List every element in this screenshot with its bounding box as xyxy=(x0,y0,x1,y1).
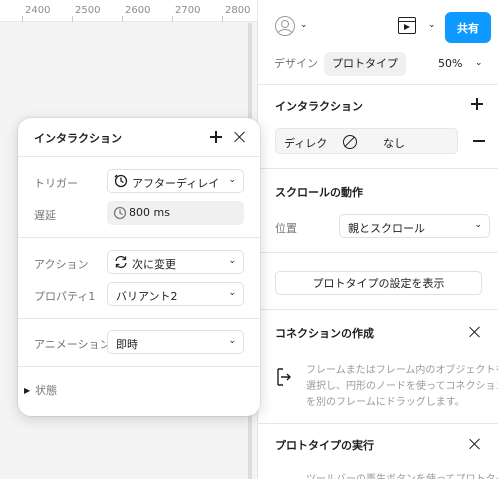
ruler-tick xyxy=(22,16,23,22)
chevron-down-icon: ⌄ xyxy=(228,336,236,346)
interaction-row[interactable]: ディレク なし xyxy=(275,128,458,154)
chevron-down-icon[interactable]: ⌄ xyxy=(428,20,436,30)
ruler-label: 2400 xyxy=(25,5,51,16)
trigger-value: アフターディレイ xyxy=(132,177,220,190)
scroll-position-value: 親とスクロール xyxy=(348,222,425,235)
chevron-down-icon: ⌄ xyxy=(228,288,236,298)
divider xyxy=(18,237,260,238)
timer-icon xyxy=(114,174,128,188)
interactions-title: インタラクション xyxy=(275,100,363,113)
horizontal-ruler: 2400 2500 2600 2700 2800 xyxy=(0,0,257,22)
add-icon[interactable] xyxy=(210,131,222,143)
connection-description-line: フレームまたはフレーム内のオブジェクトを xyxy=(306,365,498,376)
ruler-tick xyxy=(172,16,173,22)
delay-value: 800 ms xyxy=(129,206,170,219)
remove-interaction-icon[interactable] xyxy=(473,140,485,142)
state-label: 状態 xyxy=(35,384,58,397)
panel-toolbar: ⌄ ⌄ 共有 xyxy=(258,0,498,48)
ruler-tick xyxy=(122,16,123,22)
connection-description-line: を別のフレームにドラッグします。 xyxy=(306,397,465,408)
divider xyxy=(18,318,260,319)
ruler-label: 2600 xyxy=(125,5,151,16)
scroll-position-dropdown[interactable]: 親とスクロール ⌄ xyxy=(339,214,490,238)
close-icon[interactable] xyxy=(234,131,246,143)
ruler-label: 2500 xyxy=(75,5,101,16)
zoom-level[interactable]: 50% xyxy=(438,52,462,76)
animation-label: アニメーション xyxy=(34,338,111,351)
divider xyxy=(258,168,498,169)
ruler-tick xyxy=(222,16,223,22)
property-label: プロパティ1 xyxy=(34,290,96,303)
chevron-down-icon[interactable]: ⌄ xyxy=(475,58,483,68)
connection-description-line: 選択し、円形のノードを使ってコネクション xyxy=(306,381,498,392)
divider xyxy=(18,366,260,367)
ruler-label: 2800 xyxy=(225,5,251,16)
swap-icon xyxy=(115,255,127,269)
property-dropdown[interactable]: バリアント2 ⌄ xyxy=(107,282,244,306)
ruler-label: 2700 xyxy=(175,5,201,16)
action-label: アクション xyxy=(34,258,89,271)
interaction-action: なし xyxy=(383,137,405,150)
chevron-down-icon: ⌄ xyxy=(228,256,236,266)
animation-dropdown[interactable]: 即時 ⌄ xyxy=(107,330,244,354)
close-icon[interactable] xyxy=(469,438,481,450)
timer-icon xyxy=(113,206,127,220)
state-toggle[interactable]: ▶ 状態 xyxy=(24,382,57,398)
ruler-tick xyxy=(72,16,73,22)
share-button[interactable]: 共有 xyxy=(445,12,491,43)
delay-label: 遅延 xyxy=(34,209,56,222)
panel-tabs: デザイン プロトタイプ 50% ⌄ xyxy=(258,50,498,78)
close-icon[interactable] xyxy=(469,326,481,338)
create-connection-title: コネクションの作成 xyxy=(275,327,374,340)
popup-title: インタラクション xyxy=(34,132,122,145)
divider xyxy=(258,84,498,85)
user-avatar-icon[interactable] xyxy=(275,16,295,36)
chevron-down-icon: ⌄ xyxy=(228,175,236,185)
divider xyxy=(258,309,498,310)
no-entry-icon xyxy=(343,135,357,149)
show-prototype-settings-button[interactable]: プロトタイプの設定を表示 xyxy=(275,271,482,295)
animation-value: 即時 xyxy=(116,338,138,351)
tab-prototype[interactable]: プロトタイプ xyxy=(324,52,406,76)
connection-arrow-icon xyxy=(277,368,291,386)
scroll-behavior-title: スクロールの動作 xyxy=(275,186,363,199)
position-label: 位置 xyxy=(275,222,297,235)
chevron-down-icon[interactable]: ⌄ xyxy=(300,20,308,30)
interaction-popup: インタラクション トリガー アフターディレイ ⌄ 遅延 800 ms アクション… xyxy=(18,118,260,416)
trigger-dropdown[interactable]: アフターディレイ ⌄ xyxy=(107,169,244,193)
interaction-trigger: ディレク xyxy=(284,137,328,150)
action-value: 次に変更 xyxy=(132,258,176,271)
divider xyxy=(258,423,498,424)
add-interaction-icon[interactable] xyxy=(471,98,483,110)
run-prototype-title: プロトタイプの実行 xyxy=(275,439,374,452)
chevron-down-icon: ⌄ xyxy=(474,220,482,230)
run-prototype-description: ツールバーの再生ボタンを使ってプロトタイ xyxy=(306,470,498,479)
play-frame-icon[interactable] xyxy=(398,17,416,34)
properties-panel: ⌄ ⌄ 共有 デザイン プロトタイプ 50% ⌄ インタラクション ディレク な… xyxy=(257,0,498,479)
caret-right-icon: ▶ xyxy=(24,386,31,395)
trigger-label: トリガー xyxy=(34,177,78,190)
divider xyxy=(258,252,498,253)
action-dropdown[interactable]: 次に変更 ⌄ xyxy=(107,250,244,274)
delay-input[interactable]: 800 ms xyxy=(107,201,244,225)
tab-design[interactable]: デザイン xyxy=(274,52,318,76)
divider xyxy=(18,156,260,157)
property-value: バリアント2 xyxy=(116,290,178,303)
